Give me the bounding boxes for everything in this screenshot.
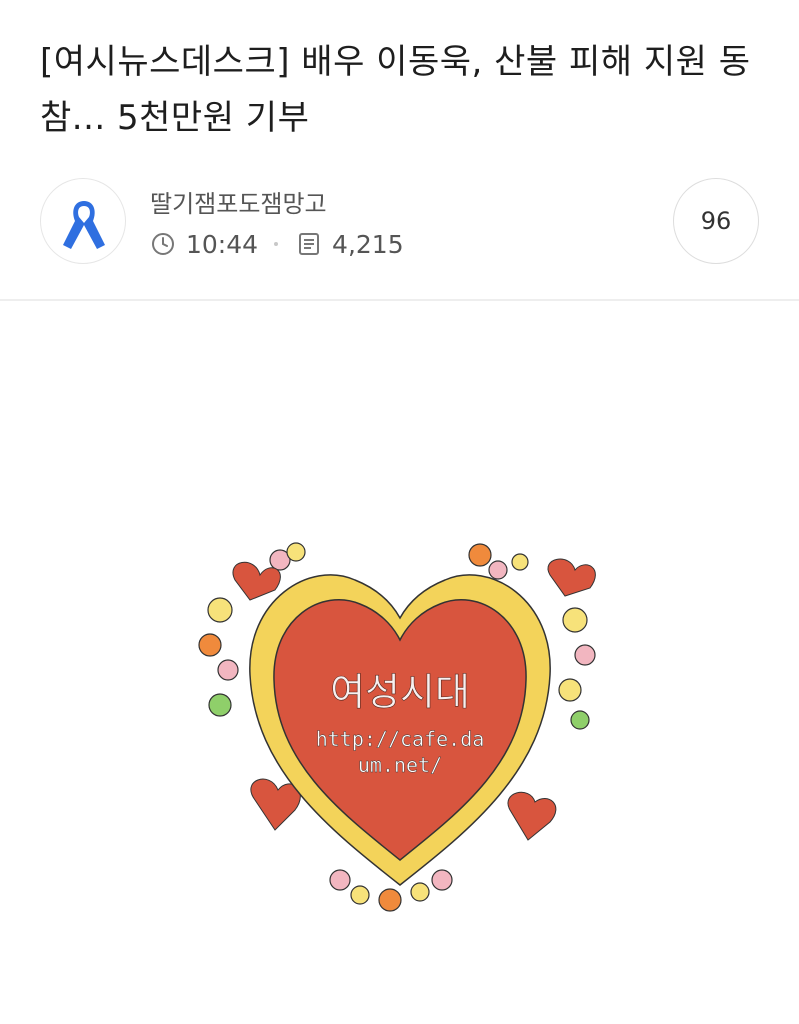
logo-url-line1: http://cafe.da	[316, 727, 485, 751]
post-meta: 10:44 4,215	[150, 228, 404, 260]
document-icon	[296, 231, 322, 257]
womens-generation-logo: 여성시대 http://cafe.da um.net/	[198, 542, 596, 912]
logo-url-line2: um.net/	[358, 753, 442, 777]
article-image[interactable]: 여성시대 http://cafe.da um.net/	[180, 500, 620, 940]
meta-separator	[274, 242, 279, 246]
comment-count-button[interactable]: 96	[673, 178, 759, 264]
post-title: [여시뉴스데스크] 배우 이동욱, 산불 피해 지원 동참... 5천만원 기부	[40, 42, 751, 138]
clock-icon	[150, 231, 176, 257]
post-time: 10:44	[186, 229, 259, 259]
author-avatar[interactable]	[40, 178, 126, 264]
view-count: 4,215	[332, 229, 404, 259]
header-divider	[0, 299, 799, 301]
blue-ribbon-icon	[63, 201, 105, 249]
author-name[interactable]: 딸기잼포도잼망고	[150, 184, 327, 219]
logo-title: 여성시대	[330, 670, 470, 714]
